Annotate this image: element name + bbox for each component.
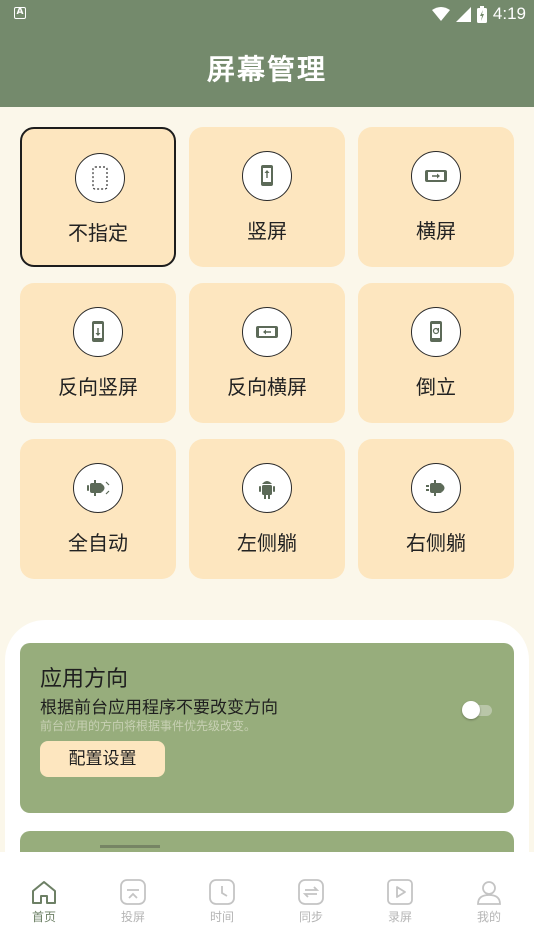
nav-label: 同步 — [298, 910, 323, 924]
orientation-option-label: 不指定 — [68, 221, 128, 245]
rotate-phone-icon — [411, 307, 461, 357]
card-subtitle: 根据前台应用程序不要改变方向 — [40, 698, 278, 718]
nav-item-sync[interactable]: 同步 — [281, 876, 341, 932]
android-left-icon — [242, 463, 292, 513]
nav-label: 投屏 — [120, 910, 145, 924]
orientation-grid: 不指定 竖屏 横屏 反向竖屏 反向横屏 倒立 全自动 左侧躺 右侧躺 — [20, 127, 514, 579]
orientation-option-label: 横屏 — [416, 219, 456, 243]
dashed-phone-icon — [75, 153, 125, 203]
cast-icon — [120, 879, 146, 905]
notification-a-icon: A — [14, 7, 26, 19]
orientation-option-lie-left[interactable]: 左侧躺 — [189, 439, 345, 579]
profile-icon — [477, 881, 501, 905]
orientation-option-label: 全自动 — [68, 531, 128, 555]
card-description: 前台应用的方向将根据事件优先级改变。 — [40, 719, 257, 733]
battery-icon — [476, 5, 487, 23]
nav-item-cast[interactable]: 投屏 — [103, 876, 163, 932]
page-title: 屏幕管理 — [206, 52, 327, 86]
orientation-option-auto[interactable]: 全自动 — [20, 439, 176, 579]
orientation-option-label: 反向竖屏 — [58, 375, 138, 399]
orientation-option-label: 左侧躺 — [237, 531, 297, 555]
orientation-option-label: 右侧躺 — [406, 531, 466, 555]
orientation-option-label: 反向横屏 — [227, 375, 307, 399]
card-title: 应用方向 — [40, 667, 129, 692]
home-icon — [32, 881, 56, 904]
status-time: 4:19 — [492, 4, 526, 23]
android-auto-icon — [73, 463, 123, 513]
portrait-phone-icon — [242, 151, 292, 201]
nav-label: 录屏 — [387, 910, 412, 924]
reverse-portrait-icon — [73, 307, 123, 357]
android-right-icon — [411, 463, 461, 513]
wifi-icon — [431, 7, 450, 21]
orientation-option-portrait[interactable]: 竖屏 — [189, 127, 345, 267]
reverse-landscape-icon — [242, 307, 292, 357]
nav-label: 我的 — [476, 910, 501, 924]
nav-item-time[interactable]: 时间 — [192, 876, 252, 932]
nav-label: 时间 — [209, 910, 234, 924]
orientation-option-reverse-landscape[interactable]: 反向横屏 — [189, 283, 345, 423]
clock-icon — [209, 879, 235, 905]
orientation-option-landscape[interactable]: 横屏 — [358, 127, 514, 267]
nav-item-profile[interactable]: 我的 — [459, 876, 519, 932]
nav-label: 首页 — [31, 910, 56, 924]
app-header: 屏幕管理 — [0, 28, 534, 107]
app-direction-toggle[interactable] — [462, 701, 494, 719]
orientation-option-label: 竖屏 — [247, 219, 287, 243]
orientation-option-unspecified[interactable]: 不指定 — [20, 127, 176, 267]
status-icons: 4:19 — [431, 4, 526, 24]
landscape-phone-icon — [411, 151, 461, 201]
nav-item-record[interactable]: 录屏 — [370, 876, 430, 932]
toggle-knob — [462, 701, 480, 719]
record-icon — [387, 879, 413, 905]
signal-icon — [455, 6, 471, 22]
orientation-option-reverse-portrait[interactable]: 反向竖屏 — [20, 283, 176, 423]
bottom-nav: 首页 投屏 时间 同步 录屏 我的 — [0, 852, 534, 950]
app-direction-card: 应用方向 根据前台应用程序不要改变方向 前台应用的方向将根据事件优先级改变。 配… — [20, 643, 514, 813]
nav-item-home[interactable]: 首页 — [14, 876, 74, 932]
configure-settings-button[interactable]: 配置设置 — [40, 741, 165, 777]
sync-icon — [298, 879, 324, 905]
orientation-option-upside-down[interactable]: 倒立 — [358, 283, 514, 423]
orientation-option-label: 倒立 — [416, 375, 456, 399]
orientation-option-lie-right[interactable]: 右侧躺 — [358, 439, 514, 579]
status-bar: A 4:19 — [0, 0, 534, 28]
